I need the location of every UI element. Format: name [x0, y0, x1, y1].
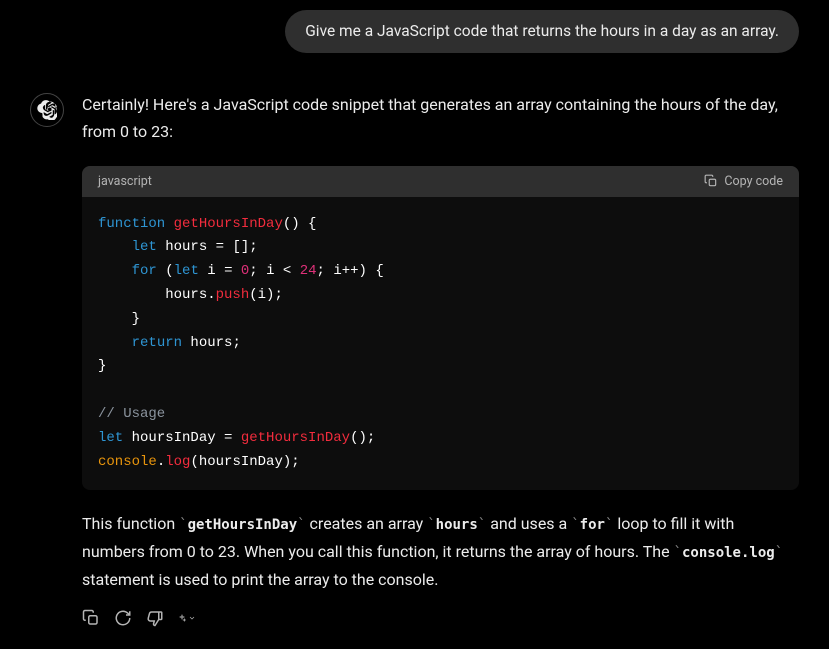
code-token: () { — [283, 216, 317, 232]
explanation-text: statement is used to print the array to … — [82, 570, 439, 589]
code-token: (i); — [249, 287, 283, 303]
copy-icon — [704, 174, 718, 188]
assistant-message-row: Certainly! Here's a JavaScript code snip… — [30, 91, 799, 627]
copy-message-button[interactable] — [82, 609, 100, 627]
user-message-bubble: Give me a JavaScript code that returns t… — [285, 10, 799, 53]
inline-code: getHoursInDay — [188, 517, 298, 533]
code-token: } — [98, 311, 140, 327]
assistant-intro-text: Certainly! Here's a JavaScript code snip… — [82, 91, 799, 145]
code-block-header: javascript Copy code — [82, 166, 799, 197]
code-token: let — [174, 263, 199, 279]
code-token: function — [98, 216, 165, 232]
openai-logo-icon — [37, 100, 57, 120]
code-token: . — [157, 454, 165, 470]
code-token: // Usage — [98, 406, 165, 422]
copy-code-button[interactable]: Copy code — [704, 174, 783, 189]
chevron-down-icon — [188, 609, 196, 627]
assistant-content: Certainly! Here's a JavaScript code snip… — [82, 91, 799, 627]
code-token: hours; — [182, 335, 241, 351]
backtick: ` — [179, 517, 187, 533]
regenerate-button[interactable] — [114, 609, 132, 627]
code-token: log — [165, 454, 190, 470]
backtick: ` — [775, 545, 783, 561]
backtick: ` — [427, 517, 435, 533]
code-token: i = — [199, 263, 241, 279]
message-action-bar — [82, 609, 799, 627]
code-token: } — [98, 358, 106, 374]
code-token: ; i < — [249, 263, 299, 279]
code-token: let — [132, 239, 157, 255]
regenerate-icon — [114, 609, 132, 627]
assistant-explanation: This function `getHoursInDay` creates an… — [82, 510, 799, 593]
code-token: ( — [157, 263, 174, 279]
backtick: ` — [571, 517, 579, 533]
code-token: for — [132, 263, 157, 279]
explanation-text: creates an array — [306, 514, 428, 533]
sparkle-icon — [178, 609, 186, 627]
model-switch-button[interactable] — [178, 609, 196, 627]
chat-container: Give me a JavaScript code that returns t… — [0, 0, 829, 647]
explanation-text: This function — [82, 514, 179, 533]
code-token: getHoursInDay — [174, 216, 283, 232]
code-block: javascript Copy code function getHoursIn… — [82, 166, 799, 491]
thumbs-down-icon — [146, 609, 164, 627]
code-body[interactable]: function getHoursInDay() { let hours = [… — [82, 197, 799, 491]
code-token: console — [98, 454, 157, 470]
code-token: return — [132, 335, 182, 351]
code-token: hours = []; — [157, 239, 258, 255]
backtick: ` — [297, 517, 305, 533]
code-token: (hoursInDay); — [190, 454, 299, 470]
code-token: 24 — [300, 263, 317, 279]
code-token: hours. — [98, 287, 216, 303]
user-message-text: Give me a JavaScript code that returns t… — [305, 22, 779, 40]
inline-code: for — [580, 517, 605, 533]
copy-icon — [82, 609, 100, 627]
user-message-row: Give me a JavaScript code that returns t… — [30, 10, 799, 53]
thumbs-down-button[interactable] — [146, 609, 164, 627]
inline-code: hours — [436, 517, 478, 533]
code-token: let — [98, 430, 123, 446]
code-language-label: javascript — [98, 174, 152, 189]
backtick: ` — [674, 545, 682, 561]
copy-code-label: Copy code — [724, 174, 783, 189]
code-token: getHoursInDay — [241, 430, 350, 446]
backtick: ` — [478, 517, 486, 533]
assistant-avatar — [30, 93, 64, 127]
inline-code: console.log — [682, 545, 775, 561]
explanation-text: and uses a — [486, 514, 571, 533]
code-token: push — [216, 287, 250, 303]
code-token: ; i++) { — [317, 263, 384, 279]
code-token: (); — [350, 430, 375, 446]
code-token: hoursInDay = — [123, 430, 241, 446]
